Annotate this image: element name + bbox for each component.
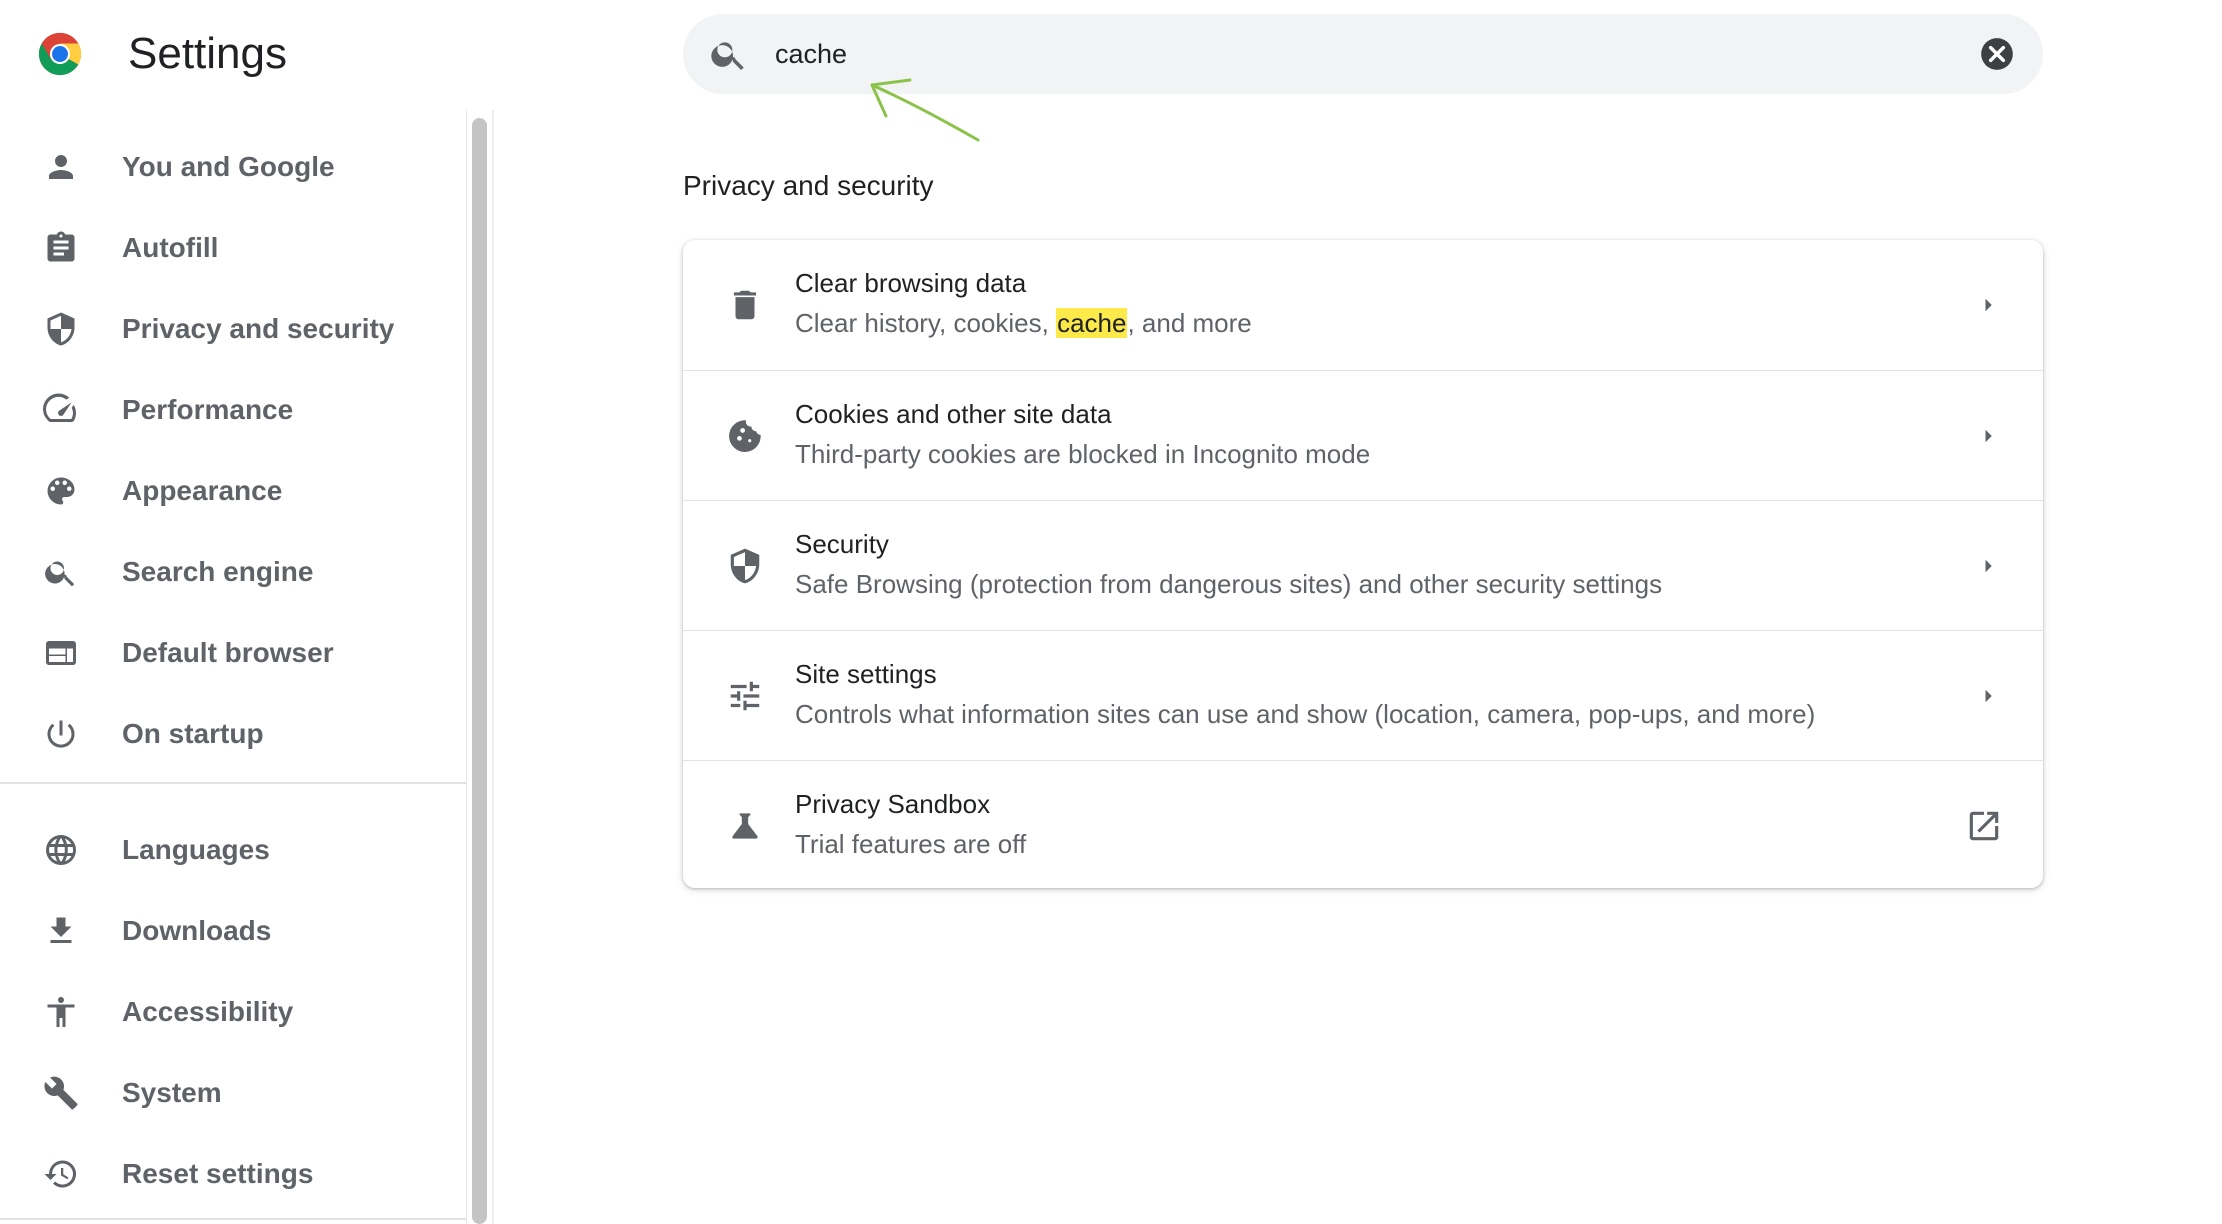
sidebar-item-accessibility[interactable]: Accessibility — [0, 976, 466, 1048]
sidebar-item-languages[interactable]: Languages — [0, 814, 466, 886]
sidebar-item-performance[interactable]: Performance — [0, 374, 466, 446]
cookie-icon — [726, 417, 764, 455]
row-title: Clear browsing data — [795, 268, 1027, 298]
privacy-card: Clear browsing data Clear history, cooki… — [683, 240, 2043, 888]
sidebar-item-label: You and Google — [122, 151, 335, 182]
person-icon — [43, 149, 79, 185]
globe-icon — [43, 832, 79, 868]
search-icon — [709, 34, 749, 74]
cookies-row[interactable]: Cookies and other site data Third-party … — [683, 370, 2043, 500]
wrench-icon — [43, 1075, 79, 1111]
sidebar-item-label: Languages — [122, 834, 270, 865]
search-input[interactable] — [775, 30, 1935, 78]
section-title: Privacy and security — [683, 170, 934, 201]
page-title: Settings — [128, 29, 287, 78]
row-subtitle: Controls what information sites can use … — [795, 699, 1816, 729]
row-subtitle: Safe Browsing (protection from dangerous… — [795, 569, 1663, 599]
clipboard-icon — [43, 230, 79, 266]
restore-history-icon — [43, 1156, 79, 1192]
sidebar-divider — [0, 782, 466, 784]
privacy-sandbox-row[interactable]: Privacy Sandbox Trial features are off — [683, 760, 2043, 890]
accessibility-icon — [43, 994, 79, 1030]
search-highlight: cache — [1056, 308, 1128, 338]
shield-icon — [43, 311, 79, 347]
shield-icon — [726, 547, 764, 585]
annotation-arrow-icon — [870, 78, 980, 142]
flask-icon — [726, 807, 764, 845]
sidebar-item-label: Default browser — [122, 637, 334, 668]
sidebar-item-label: On startup — [122, 718, 264, 749]
sidebar-item-label: Autofill — [122, 232, 219, 263]
security-row[interactable]: Security Safe Browsing (protection from … — [683, 500, 2043, 630]
row-subtitle: Trial features are off — [795, 829, 1027, 859]
row-title: Site settings — [795, 659, 937, 689]
sidebar-item-appearance[interactable]: Appearance — [0, 455, 466, 527]
sidebar-item-you-and-google[interactable]: You and Google — [0, 131, 466, 203]
chevron-right-icon — [1973, 551, 2003, 581]
download-icon — [43, 913, 79, 949]
sidebar-item-label: System — [122, 1077, 222, 1108]
sidebar-item-downloads[interactable]: Downloads — [0, 895, 466, 967]
sidebar-item-system[interactable]: System — [0, 1057, 466, 1129]
clear-browsing-data-row[interactable]: Clear browsing data Clear history, cooki… — [683, 240, 2043, 369]
palette-icon — [43, 473, 79, 509]
clear-search-button[interactable] — [1978, 35, 2016, 73]
chevron-right-icon — [1973, 421, 2003, 451]
chevron-right-icon — [1973, 681, 2003, 711]
sidebar-item-label: Privacy and security — [122, 313, 395, 344]
sidebar-item-privacy-and-security[interactable]: Privacy and security — [0, 293, 466, 365]
sidebar-item-label: Accessibility — [122, 996, 294, 1027]
chrome-logo-icon — [37, 31, 83, 77]
search-icon — [43, 554, 79, 590]
row-title: Security — [795, 529, 889, 559]
sidebar-item-label: Reset settings — [122, 1158, 314, 1189]
sidebar-item-label: Appearance — [122, 475, 283, 506]
close-icon — [1981, 38, 2013, 70]
sidebar-item-reset-settings[interactable]: Reset settings — [0, 1138, 466, 1210]
open-external-icon[interactable] — [1965, 807, 2003, 845]
chevron-right-icon — [1973, 290, 2003, 320]
row-subtitle: Third-party cookies are blocked in Incog… — [795, 439, 1371, 469]
row-title: Privacy Sandbox — [795, 789, 991, 819]
sliders-icon — [726, 677, 764, 715]
sidebar-divider — [0, 1218, 466, 1220]
sidebar-item-autofill[interactable]: Autofill — [0, 212, 466, 284]
site-settings-row[interactable]: Site settings Controls what information … — [683, 630, 2043, 760]
sidebar-scrollbar[interactable] — [466, 110, 494, 1224]
sidebar: You and Google Autofill Privacy and secu… — [0, 110, 466, 1224]
scrollbar-thumb[interactable] — [472, 118, 487, 1224]
browser-window-icon — [43, 635, 79, 671]
row-subtitle: Clear history, cookies, cache, and more — [795, 308, 1252, 338]
sidebar-item-label: Performance — [122, 394, 294, 425]
trash-icon — [726, 286, 764, 324]
speedometer-icon — [43, 392, 79, 428]
sidebar-item-label: Search engine — [122, 556, 314, 587]
sidebar-item-search-engine[interactable]: Search engine — [0, 536, 466, 608]
sidebar-item-on-startup[interactable]: On startup — [0, 698, 466, 770]
sidebar-item-label: Downloads — [122, 915, 272, 946]
row-title: Cookies and other site data — [795, 399, 1112, 429]
power-icon — [43, 716, 79, 752]
sidebar-item-default-browser[interactable]: Default browser — [0, 617, 466, 689]
